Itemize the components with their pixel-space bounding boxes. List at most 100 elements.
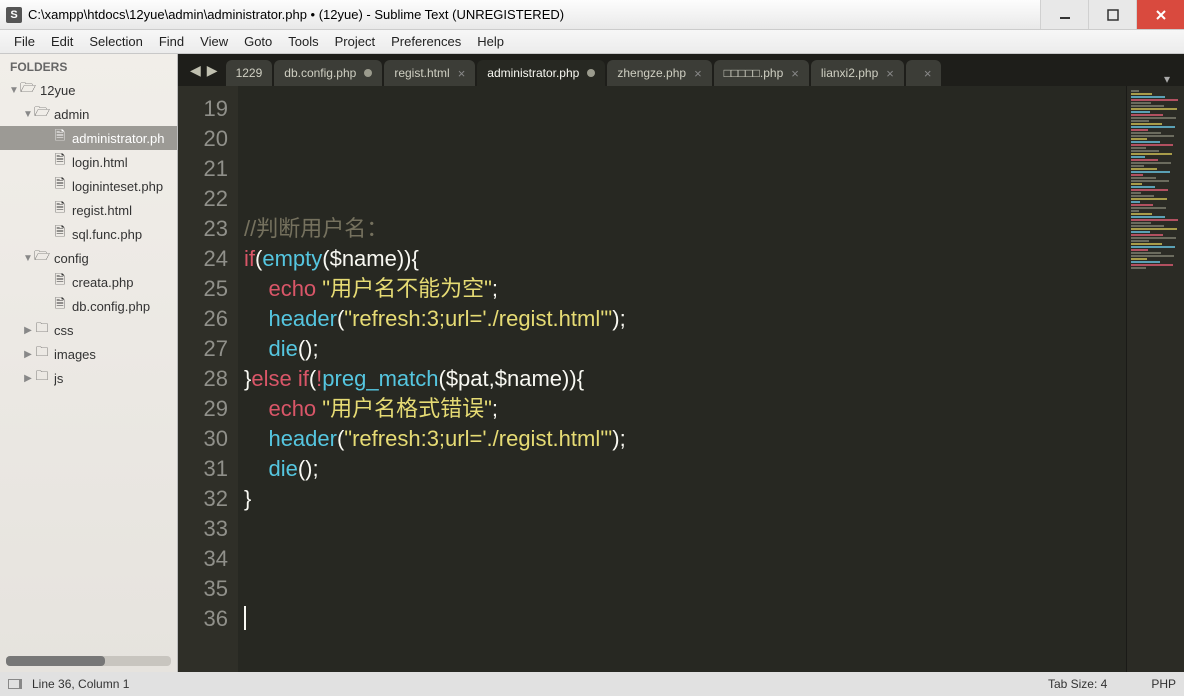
folder-item[interactable]: ▼🗁config [0,246,177,270]
menu-item-project[interactable]: Project [327,32,383,51]
file-icon: 🗎 [52,223,68,245]
minimap-line [1131,225,1164,227]
file-icon: 🗎 [52,151,68,173]
menu-item-help[interactable]: Help [469,32,512,51]
line-number: 26 [178,304,228,334]
file-item[interactable]: 🗎administrator.ph [0,126,177,150]
line-number: 28 [178,364,228,394]
menu-item-edit[interactable]: Edit [43,32,81,51]
tree-label: images [54,347,96,362]
status-syntax[interactable]: PHP [1151,677,1176,691]
menu-item-selection[interactable]: Selection [81,32,150,51]
tree-collapse-icon[interactable]: ▼ [8,85,20,96]
minimap-line [1131,213,1152,215]
code-token [244,456,268,481]
code-line: }else if(!preg_match($pat,$name)){ [244,364,1126,394]
tab-close-icon[interactable]: × [791,66,799,81]
close-icon[interactable]: × [924,66,932,81]
menu-item-find[interactable]: Find [151,32,192,51]
folder-icon: 🗁 [34,103,50,125]
tab-close-icon[interactable]: × [694,66,702,81]
tree-expand-icon[interactable]: ▶ [22,373,34,384]
tab-close-icon[interactable]: × [458,66,466,81]
panel-toggle-icon[interactable] [8,679,22,689]
tab[interactable]: administrator.php [477,60,605,86]
menu-item-preferences[interactable]: Preferences [383,32,469,51]
tab-label: regist.html [394,66,449,80]
file-item[interactable]: 🗎sql.func.php [0,222,177,246]
maximize-button[interactable] [1088,0,1136,29]
menu-item-tools[interactable]: Tools [280,32,326,51]
tab-label: □□□□□.php [724,66,784,80]
file-item[interactable]: 🗎regist.html [0,198,177,222]
menu-item-goto[interactable]: Goto [236,32,280,51]
code-token: "refresh:3;url='./regist.html'" [344,306,612,331]
sidebar: FOLDERS ▼🗁12yue▼🗁admin🗎administrator.ph🗎… [0,54,178,672]
folder-item[interactable]: ▶🗀 images [0,342,177,366]
minimap-line [1131,195,1154,197]
tab[interactable]: db.config.php [274,60,382,86]
folder-item[interactable]: ▶🗀js [0,366,177,390]
file-item[interactable]: 🗎login.html [0,150,177,174]
line-number: 33 [178,514,228,544]
minimize-button[interactable] [1040,0,1088,29]
code-token: if [244,246,255,271]
minimap[interactable] [1126,86,1184,672]
file-icon: 🗎 [52,175,68,197]
tree-expand-icon[interactable]: ▶ [22,349,34,360]
minimap-line [1131,246,1175,248]
code-token: header [268,306,337,331]
file-item[interactable]: 🗎db.config.php [0,294,177,318]
tab[interactable]: lianxi2.php× [811,60,904,86]
tab-close-group[interactable]: × [906,60,942,86]
folder-item[interactable]: ▼🗁admin [0,102,177,126]
code-token: preg_match [322,366,438,391]
tree-label: js [54,371,63,386]
minimap-line [1131,132,1161,134]
minimap-line [1131,147,1146,149]
tree-label: config [54,251,89,266]
tab-close-icon[interactable]: × [886,66,894,81]
tab[interactable]: □□□□□.php × [714,60,809,86]
code-token: $name [495,366,562,391]
sidebar-scrollbar[interactable] [6,656,171,666]
tree-collapse-icon[interactable]: ▼ [22,109,34,120]
code-line: //判断用户名： [244,214,1126,244]
code-token [244,426,268,451]
tree-collapse-icon[interactable]: ▼ [22,253,34,264]
code-line [244,154,1126,184]
tab[interactable]: regist.html × [384,60,475,86]
status-tabsize[interactable]: Tab Size: 4 [1048,677,1107,691]
minimap-line [1131,123,1162,125]
minimap-line [1131,240,1149,242]
editor-area: ◀ ▶ 1229db.config.php regist.html × adminis… [178,54,1184,672]
line-number: 24 [178,244,228,274]
minimap-line [1131,117,1176,119]
file-item[interactable]: 🗎logininteset.php [0,174,177,198]
menu-item-view[interactable]: View [192,32,236,51]
minimap-line [1131,150,1159,152]
file-tree[interactable]: ▼🗁12yue▼🗁admin🗎administrator.ph🗎login.ht… [0,78,177,652]
file-item[interactable]: 🗎creata.php [0,270,177,294]
code-token: ; [492,276,498,301]
minimap-line [1131,126,1175,128]
code-token: ; [492,396,498,421]
folder-item[interactable]: ▼🗁12yue [0,78,177,102]
minimap-line [1131,102,1151,104]
menu-item-file[interactable]: File [6,32,43,51]
folder-icon: 🗀 [34,343,50,365]
tab-overflow-icon[interactable]: ▾ [1150,72,1184,86]
folder-item[interactable]: ▶🗀css [0,318,177,342]
nav-forward-icon[interactable]: ▶ [207,62,218,79]
minimap-line [1131,162,1171,164]
tab-dirty-icon [587,69,595,77]
nav-back-icon[interactable]: ◀ [190,62,201,79]
minimap-line [1131,186,1155,188]
tree-expand-icon[interactable]: ▶ [22,325,34,336]
code-line: header("refresh:3;url='./regist.html'"); [244,304,1126,334]
code-editor[interactable]: //判断用户名：if(empty($name)){ echo "用户名不能为空"… [238,86,1126,672]
tab-truncated[interactable]: 1229 [226,60,273,86]
tab-label: administrator.php [487,66,579,80]
close-button[interactable] [1136,0,1184,29]
tab[interactable]: zhengze.php× [607,60,711,86]
